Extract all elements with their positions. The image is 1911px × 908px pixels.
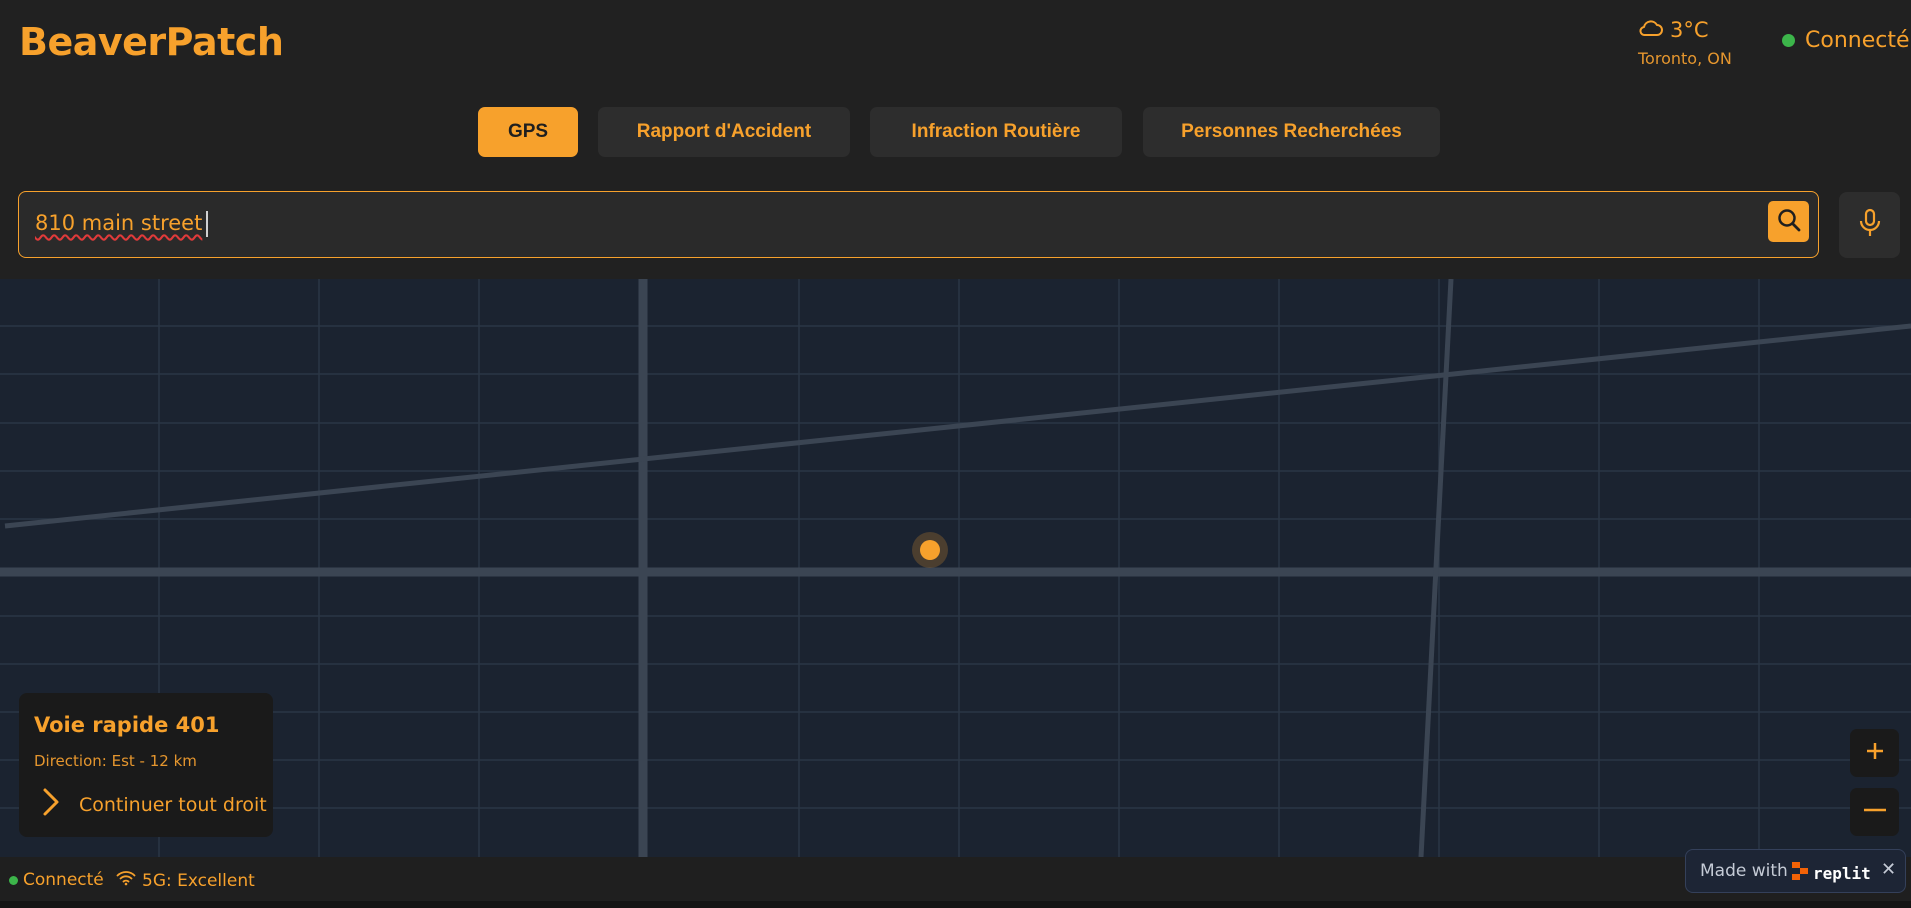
wifi-icon [116,870,136,891]
gps-map[interactable] [0,279,1911,857]
text-caret [206,211,209,237]
address-search-bar: 810 main street [18,191,1819,258]
connection-label: Connecté [1805,28,1910,53]
next-instruction: Continuer tout droit [41,787,267,822]
main-tabs: GPS Rapport d'Accident Infraction Routiè… [0,107,1911,157]
search-icon [1776,207,1802,237]
app-logo: BeaverPatch [19,20,284,64]
made-with-replit-badge[interactable]: Made with replit ✕ [1685,849,1906,893]
tab-gps[interactable]: GPS [478,107,578,157]
status-network-label: 5G: Excellent [142,870,255,891]
connection-status: Connecté [1782,28,1910,53]
zoom-in-button[interactable] [1850,729,1899,777]
status-connection: Connecté [9,870,104,890]
status-connection-label: Connecté [23,870,104,890]
status-network: 5G: Excellent [116,870,255,891]
instruction-text: Continuer tout droit [79,793,267,816]
chevron-right-icon [41,787,61,822]
route-direction: Direction: Est - 12 km [34,752,197,770]
cloud-icon [1638,16,1664,43]
voice-search-button[interactable] [1839,192,1900,258]
current-location-marker [912,532,948,568]
tab-accident-report[interactable]: Rapport d'Accident [598,107,850,157]
minus-icon [1863,800,1887,824]
weather-location: Toronto, ON [1638,49,1732,68]
tab-wanted-persons[interactable]: Personnes Recherchées [1143,107,1440,157]
plus-icon [1865,741,1885,765]
search-button[interactable] [1768,201,1809,242]
microphone-icon [1858,208,1882,242]
weather-widget: 3°C Toronto, ON [1638,16,1738,69]
weather-temperature: 3°C [1670,17,1709,42]
online-indicator [1782,34,1795,47]
replit-logo: replit [1792,862,1871,885]
search-input[interactable]: 810 main street [35,211,209,237]
status-bar: Connecté 5G: Excellent [0,857,1911,908]
online-indicator [9,875,18,885]
replit-wordmark: replit [1813,864,1871,883]
directions-panel: Voie rapide 401 Direction: Est - 12 km C… [19,693,273,837]
map-canvas [0,279,1911,857]
badge-made-with: Made with [1700,861,1788,881]
app-header: BeaverPatch 3°C Toronto, ON Connecté [0,0,1911,90]
route-title: Voie rapide 401 [34,713,220,737]
close-icon[interactable]: ✕ [1881,859,1896,880]
replit-logo-icon [1792,862,1808,885]
zoom-out-button[interactable] [1850,788,1899,836]
tab-traffic-violation[interactable]: Infraction Routière [870,107,1122,157]
status-divider [0,901,1911,908]
search-input-value: 810 main street [35,211,203,235]
